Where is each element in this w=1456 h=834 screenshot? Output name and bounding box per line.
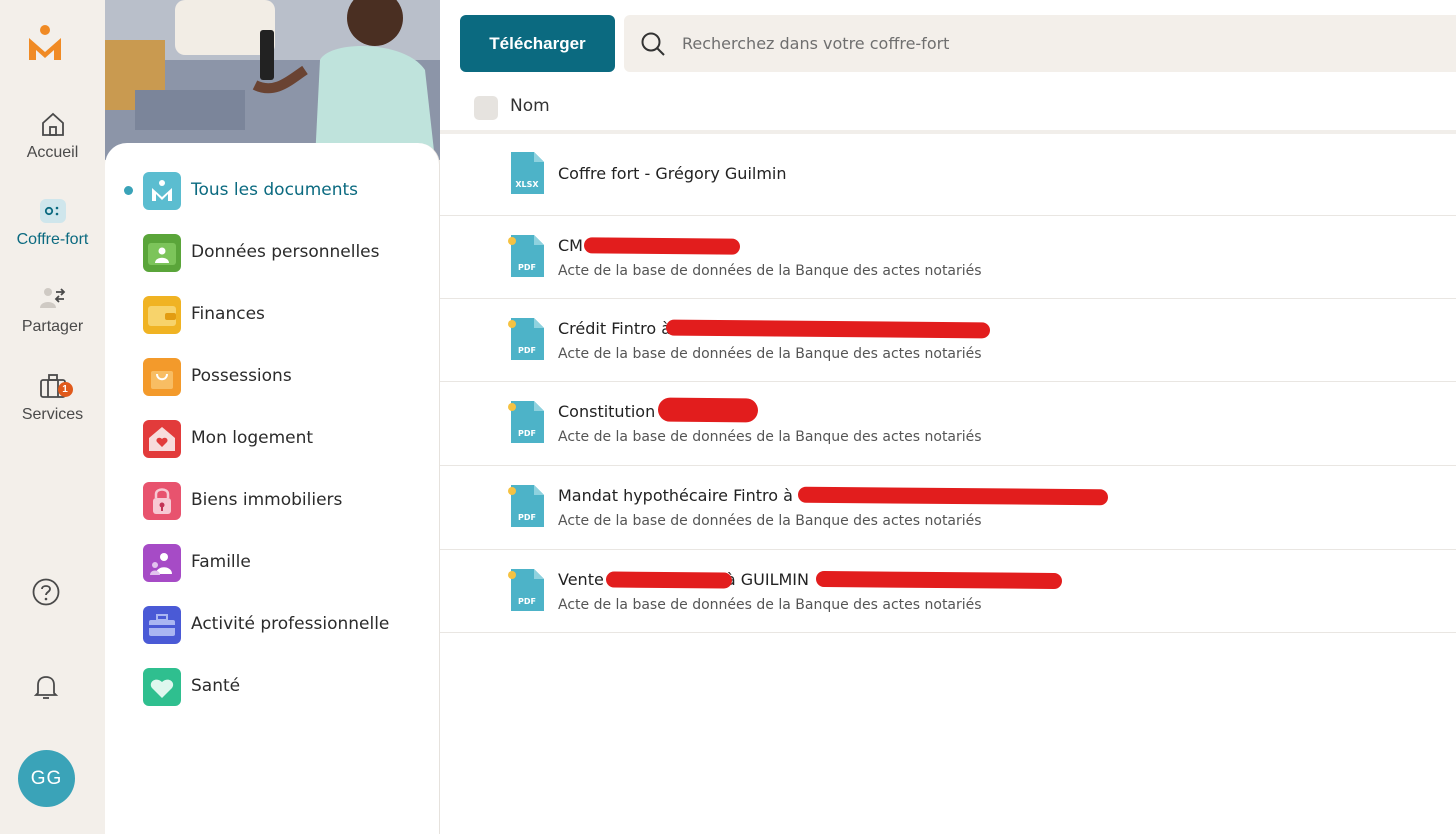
nav-coffre-fort[interactable]: Coffre-fort <box>0 197 105 249</box>
file-title[interactable]: Crédit Fintro à <box>558 319 671 338</box>
vault-icon <box>39 197 67 225</box>
document-area: Télécharger Nom XLSX Coffre fort - Grégo… <box>440 0 1456 834</box>
redaction-mark <box>605 571 733 589</box>
category-possessions[interactable]: Possessions <box>105 353 440 401</box>
file-subtitle: Acte de la base de données de la Banque … <box>558 346 982 362</box>
wallet-icon <box>143 296 181 334</box>
pdf-file-icon: PDF <box>508 485 544 527</box>
file-title[interactable]: Constitution <box>558 402 655 421</box>
nav-accueil[interactable]: Accueil <box>0 110 105 162</box>
svg-text:PDF: PDF <box>518 513 536 522</box>
xlsx-file-icon: XLSX <box>511 152 544 194</box>
nav-services[interactable]: 1 Services <box>0 372 105 424</box>
table-row[interactable]: XLSX Coffre fort - Grégory Guilmin <box>440 134 1456 216</box>
nav-partager[interactable]: Partager <box>0 284 105 336</box>
redaction-mark <box>815 570 1063 590</box>
category-donnees-personnelles[interactable]: Données personnelles <box>105 229 440 277</box>
category-panel: Tous les documents Données personnelles … <box>105 0 440 834</box>
search-icon <box>641 32 665 56</box>
redaction-mark <box>665 319 991 339</box>
category-famille[interactable]: Famille <box>105 539 440 587</box>
pdf-file-icon: PDF <box>508 235 544 277</box>
svg-text:PDF: PDF <box>518 346 536 355</box>
nav-coffre-fort-label: Coffre-fort <box>16 231 89 248</box>
file-title[interactable]: Mandat hypothécaire Fintro à <box>558 486 793 505</box>
help-icon[interactable] <box>31 577 61 607</box>
pdf-file-icon: PDF <box>508 401 544 443</box>
file-title[interactable]: CM <box>558 236 583 255</box>
house-heart-icon <box>143 420 181 458</box>
briefcase-icon: 1 <box>39 372 73 400</box>
svg-text:PDF: PDF <box>518 263 536 272</box>
redaction-mark <box>657 397 759 423</box>
category-finances[interactable]: Finances <box>105 291 440 339</box>
svg-text:PDF: PDF <box>518 597 536 606</box>
home-icon <box>39 110 67 138</box>
category-tous-les-documents[interactable]: Tous les documents <box>105 167 440 215</box>
category-mon-logement[interactable]: Mon logement <box>105 415 440 463</box>
app-logo[interactable] <box>27 24 63 62</box>
search-input[interactable] <box>682 27 1382 59</box>
table-row[interactable]: PDF Constitution Acte de la base de donn… <box>440 382 1456 466</box>
column-name-header[interactable]: Nom <box>510 96 550 116</box>
hero-photo <box>105 0 440 160</box>
svg-text:PDF: PDF <box>518 429 536 438</box>
select-all-checkbox[interactable] <box>474 96 498 120</box>
category-list: Tous les documents Données personnelles … <box>105 143 440 834</box>
shopping-bag-icon <box>143 358 181 396</box>
family-icon <box>143 544 181 582</box>
share-users-icon <box>39 284 67 312</box>
nav-services-label: Services <box>21 406 84 423</box>
file-subtitle: Acte de la base de données de la Banque … <box>558 513 982 529</box>
search-bar[interactable] <box>624 15 1456 72</box>
nav-accueil-label: Accueil <box>26 144 79 161</box>
main-nav-rail: Accueil Coffre-fort Partager 1 Services … <box>0 0 105 834</box>
pdf-file-icon: PDF <box>508 569 544 611</box>
lock-icon <box>143 482 181 520</box>
file-title[interactable]: Coffre fort - Grégory Guilmin <box>558 164 787 183</box>
table-row[interactable]: PDF Mandat hypothécaire Fintro à Acte de… <box>440 466 1456 550</box>
file-subtitle: Acte de la base de données de la Banque … <box>558 429 982 445</box>
person-icon <box>143 234 181 272</box>
heart-icon <box>143 668 181 706</box>
toolbox-icon <box>143 606 181 644</box>
file-subtitle: Acte de la base de données de la Banque … <box>558 597 982 613</box>
pdf-file-icon: PDF <box>508 318 544 360</box>
bell-icon[interactable] <box>31 672 61 702</box>
category-sante[interactable]: Santé <box>105 663 440 711</box>
table-header: Nom <box>440 84 1456 134</box>
svg-text:XLSX: XLSX <box>515 180 539 189</box>
user-avatar[interactable]: GG <box>18 750 75 807</box>
services-badge: 1 <box>57 382 73 397</box>
table-row[interactable]: PDF Crédit Fintro à Acte de la base de d… <box>440 299 1456 382</box>
active-indicator <box>124 186 133 195</box>
table-row[interactable]: PDF Vente à GUILMIN Acte de la base de d… <box>440 550 1456 633</box>
file-subtitle: Acte de la base de données de la Banque … <box>558 263 982 279</box>
category-activite-professionnelle[interactable]: Activité professionnelle <box>105 601 440 649</box>
category-biens-immobiliers[interactable]: Biens immobiliers <box>105 477 440 525</box>
all-documents-icon <box>143 172 181 210</box>
redaction-mark <box>583 237 741 255</box>
upload-button[interactable]: Télécharger <box>460 15 615 72</box>
table-row[interactable]: PDF CM Acte de la base de données de la … <box>440 216 1456 299</box>
redaction-mark <box>797 486 1109 506</box>
nav-partager-label: Partager <box>21 318 84 335</box>
